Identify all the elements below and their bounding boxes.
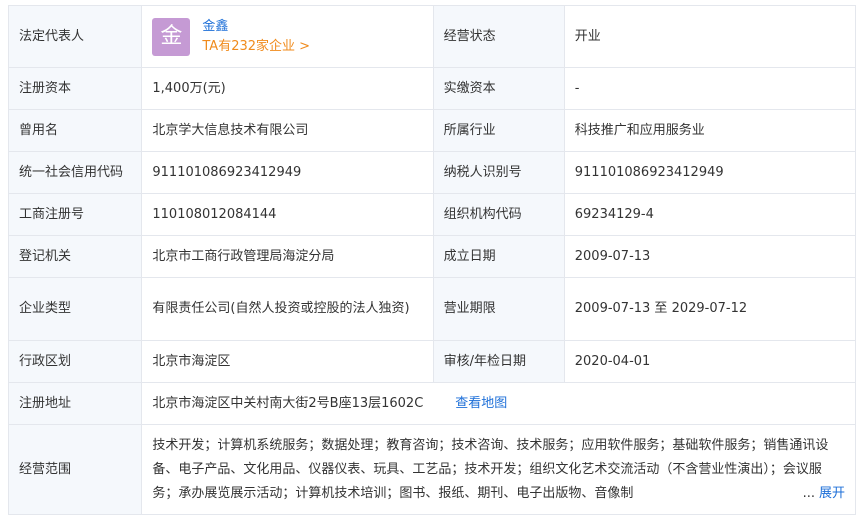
district-label: 行政区划 — [7, 340, 143, 383]
company-info-panel: 法定代表人 金 金鑫 TA有232家企业 > 经营状态 开业 注册资本 1,40… — [7, 5, 857, 515]
business-term-label: 营业期限 — [432, 277, 565, 341]
reg-authority-label: 登记机关 — [7, 235, 143, 278]
org-code-label: 组织机构代码 — [432, 193, 565, 236]
row-credit-code: 统一社会信用代码 911101086923412949 纳税人识别号 91110… — [7, 151, 857, 194]
company-info-table: 法定代表人 金 金鑫 TA有232家企业 > 经营状态 开业 注册资本 1,40… — [7, 5, 857, 515]
biz-reg-no-label: 工商注册号 — [7, 193, 143, 236]
scope-value: 技术开发；计算机系统服务；数据处理；教育咨询；技术咨询、技术服务；应用软件服务；… — [152, 437, 829, 501]
reg-capital-label: 注册资本 — [7, 67, 143, 110]
legal-rep-label: 法定代表人 — [7, 5, 143, 68]
scope-cell: 技术开发；计算机系统服务；数据处理；教育咨询；技术咨询、技术服务；应用软件服务；… — [141, 424, 856, 515]
expand-link[interactable]: 展开 — [819, 486, 845, 501]
district-value: 北京市海淀区 — [141, 340, 434, 383]
founded-date-label: 成立日期 — [432, 235, 565, 278]
related-companies-link[interactable]: TA有232家企业 > — [202, 37, 310, 57]
former-name-label: 曾用名 — [7, 109, 143, 152]
paid-capital-label: 实缴资本 — [432, 67, 565, 110]
row-former-name: 曾用名 北京学大信息技术有限公司 所属行业 科技推广和应用服务业 — [7, 109, 857, 152]
tax-id-value: 911101086923412949 — [563, 151, 857, 194]
tax-id-label: 纳税人识别号 — [432, 151, 565, 194]
row-biz-reg-no: 工商注册号 110108012084144 组织机构代码 69234129-4 — [7, 193, 857, 236]
row-company-type: 企业类型 有限责任公司(自然人投资或控股的法人独资) 营业期限 2009-07-… — [7, 277, 857, 341]
industry-label: 所属行业 — [432, 109, 565, 152]
credit-code-label: 统一社会信用代码 — [7, 151, 143, 194]
credit-code-value: 911101086923412949 — [141, 151, 434, 194]
org-code-value: 69234129-4 — [563, 193, 857, 236]
status-label: 经营状态 — [432, 5, 565, 68]
industry-value: 科技推广和应用服务业 — [563, 109, 857, 152]
status-value: 开业 — [563, 5, 857, 68]
scope-ellipsis: ... — [802, 486, 815, 501]
business-term-value: 2009-07-13 至 2029-07-12 — [563, 277, 857, 341]
reg-authority-value: 北京市工商行政管理局海淀分局 — [141, 235, 434, 278]
address-cell: 北京市海淀区中关村南大街2号B座13层1602C 查看地图 — [141, 382, 856, 425]
row-reg-authority: 登记机关 北京市工商行政管理局海淀分局 成立日期 2009-07-13 — [7, 235, 857, 278]
audit-date-value: 2020-04-01 — [563, 340, 857, 383]
avatar[interactable]: 金 — [152, 17, 191, 56]
row-address: 注册地址 北京市海淀区中关村南大街2号B座13层1602C 查看地图 — [7, 382, 856, 425]
scope-label: 经营范围 — [7, 424, 143, 515]
legal-rep-name-link[interactable]: 金鑫 — [202, 17, 310, 37]
reg-capital-value: 1,400万(元) — [141, 67, 434, 110]
row-reg-capital: 注册资本 1,400万(元) 实缴资本 - — [7, 67, 857, 110]
address-value: 北京市海淀区中关村南大街2号B座13层1602C — [152, 395, 424, 411]
founded-date-value: 2009-07-13 — [563, 235, 857, 278]
former-name-value: 北京学大信息技术有限公司 — [141, 109, 434, 152]
scope-more: ... 展开 — [798, 482, 845, 506]
row-scope: 经营范围 技术开发；计算机系统服务；数据处理；教育咨询；技术咨询、技术服务；应用… — [7, 424, 856, 515]
biz-reg-no-value: 110108012084144 — [141, 193, 434, 236]
address-label: 注册地址 — [7, 382, 143, 425]
row-legal-rep: 法定代表人 金 金鑫 TA有232家企业 > 经营状态 开业 — [7, 5, 857, 68]
legal-rep-cell: 金 金鑫 TA有232家企业 > — [141, 5, 434, 68]
paid-capital-value: - — [563, 67, 857, 110]
company-type-label: 企业类型 — [7, 277, 143, 341]
audit-date-label: 审核/年检日期 — [432, 340, 565, 383]
view-map-link[interactable]: 查看地图 — [455, 396, 507, 411]
row-district: 行政区划 北京市海淀区 审核/年检日期 2020-04-01 — [7, 340, 857, 383]
company-type-value: 有限责任公司(自然人投资或控股的法人独资) — [141, 277, 434, 341]
